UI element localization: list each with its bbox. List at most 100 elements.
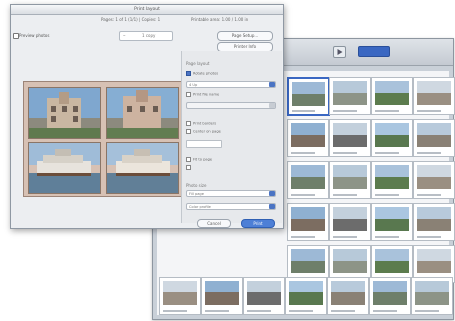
crop-checkbox[interactable]: [186, 165, 191, 170]
chevron-down-icon: [269, 191, 275, 196]
filename-label: Print file name: [193, 92, 220, 97]
thumbnail-caption: [415, 310, 439, 312]
thumbnail-image: [292, 82, 325, 106]
photo-thumbnail[interactable]: [329, 77, 371, 115]
chevron-down-icon: [269, 103, 275, 108]
thumbnail-image: [291, 249, 325, 273]
thumbnail-caption: [417, 236, 441, 238]
color-profile-select[interactable]: Color profile: [186, 203, 276, 210]
borders-label: Print borders: [193, 121, 217, 126]
thumbnail-image: [205, 281, 239, 305]
thumbnail-image: [333, 123, 367, 147]
borders-checkbox[interactable]: [186, 121, 191, 126]
chevron-down-icon: [269, 204, 275, 209]
photo-size-value: Fill page: [189, 192, 204, 196]
thumbnail-caption: [289, 310, 313, 312]
photo-thumbnail[interactable]: [329, 203, 371, 241]
thumbnail-image: [333, 165, 367, 189]
print-dialog: Print layout Pages: 1 of 1 (1/1) | Copie…: [10, 4, 284, 229]
photo-thumbnail[interactable]: [287, 161, 329, 199]
photo-thumbnail[interactable]: [327, 277, 369, 315]
slideshow-icon[interactable]: [333, 46, 346, 58]
photo-thumbnail[interactable]: [411, 277, 453, 315]
thumbnail-image: [417, 81, 451, 105]
page-setup-button[interactable]: Page Setup...: [217, 31, 273, 41]
center-checkbox[interactable]: [186, 129, 191, 134]
color-profile-value: Color profile: [189, 205, 211, 209]
margin-field[interactable]: [186, 140, 222, 148]
thumbnail-image: [333, 81, 367, 105]
filename-checkbox[interactable]: [186, 92, 191, 97]
thumbnail-image: [373, 281, 407, 305]
thumbnail-caption: [333, 152, 357, 154]
photo-thumbnail[interactable]: [413, 203, 455, 241]
rotate-checkbox[interactable]: [186, 71, 191, 76]
rotate-option[interactable]: Rotate photos: [186, 71, 218, 76]
thumbnail-image: [247, 281, 281, 305]
photo-size-select[interactable]: Fill page: [186, 190, 276, 197]
fit-checkbox[interactable]: [186, 157, 191, 162]
photo-thumbnail[interactable]: [369, 277, 411, 315]
thumbnail-image: [331, 281, 365, 305]
thumbnail-image: [291, 165, 325, 189]
minus-icon[interactable]: –: [123, 32, 126, 40]
print-preview-sheet: [23, 81, 183, 197]
thumbnail-caption: [291, 152, 315, 154]
thumbnail-caption: [292, 110, 316, 112]
center-option[interactable]: Center on page: [186, 129, 221, 134]
zoom-slider[interactable]: [358, 46, 390, 57]
thumbnail-image: [375, 207, 409, 231]
thumbnail-caption: [247, 310, 271, 312]
crop-option[interactable]: [186, 165, 193, 170]
photo-thumbnail[interactable]: [371, 77, 413, 115]
fit-label: Fit to page: [193, 157, 213, 162]
thumbnail-image: [415, 281, 449, 305]
thumbnail-image: [163, 281, 197, 305]
photo-thumbnail[interactable]: [329, 119, 371, 157]
thumbnail-caption: [333, 194, 357, 196]
photo-thumbnail[interactable]: [371, 203, 413, 241]
photo-thumbnail[interactable]: [287, 203, 329, 241]
cancel-button[interactable]: Cancel: [197, 219, 231, 228]
copies-stepper[interactable]: – 1 copy: [119, 31, 173, 41]
layout-select[interactable]: 4 Up: [186, 81, 276, 88]
photo-thumbnail[interactable]: [201, 277, 243, 315]
photo-thumbnail[interactable]: [287, 77, 330, 116]
photo-thumbnail[interactable]: [371, 161, 413, 199]
fit-option[interactable]: Fit to page: [186, 157, 212, 162]
preview-label: Preview photos: [19, 33, 50, 38]
photo-thumbnail[interactable]: [329, 161, 371, 199]
thumbnail-image: [375, 165, 409, 189]
center-label: Center on page: [193, 129, 221, 134]
photo-thumbnail[interactable]: [285, 277, 327, 315]
thumbnail-caption: [417, 110, 441, 112]
thumbnail-caption: [333, 110, 357, 112]
thumbnail-image: [417, 123, 451, 147]
borders-option[interactable]: Print borders: [186, 121, 216, 126]
filename-option[interactable]: Print file name: [186, 92, 219, 97]
photo-thumbnail[interactable]: [287, 119, 329, 157]
photo-thumbnail[interactable]: [413, 119, 455, 157]
thumbnail-image: [333, 249, 367, 273]
thumbnail-caption: [205, 310, 229, 312]
photo-thumbnail[interactable]: [413, 161, 455, 199]
layout-select-value: 4 Up: [189, 83, 198, 87]
print-button[interactable]: Print: [241, 219, 275, 228]
label-font-select[interactable]: [186, 102, 276, 109]
photo-thumbnail[interactable]: [371, 119, 413, 157]
photo-size-header: Photo size: [186, 183, 207, 188]
photo-thumbnail[interactable]: [413, 77, 455, 115]
thumbnail-image: [291, 123, 325, 147]
photo-thumbnail[interactable]: [243, 277, 285, 315]
chevron-down-icon: [269, 82, 275, 87]
thumbnail-caption: [417, 194, 441, 196]
page-layout-header: Page layout: [186, 61, 210, 66]
thumbnail-caption: [291, 236, 315, 238]
thumbnail-image: [291, 207, 325, 231]
preview-photo-building-1: [28, 87, 101, 139]
thumbnail-caption: [163, 310, 187, 312]
thumbnail-caption: [375, 110, 399, 112]
thumbnail-caption: [375, 152, 399, 154]
photo-thumbnail[interactable]: [159, 277, 201, 315]
printable-area-text: Printable area: 1.00 / 1.00 in: [191, 17, 249, 22]
